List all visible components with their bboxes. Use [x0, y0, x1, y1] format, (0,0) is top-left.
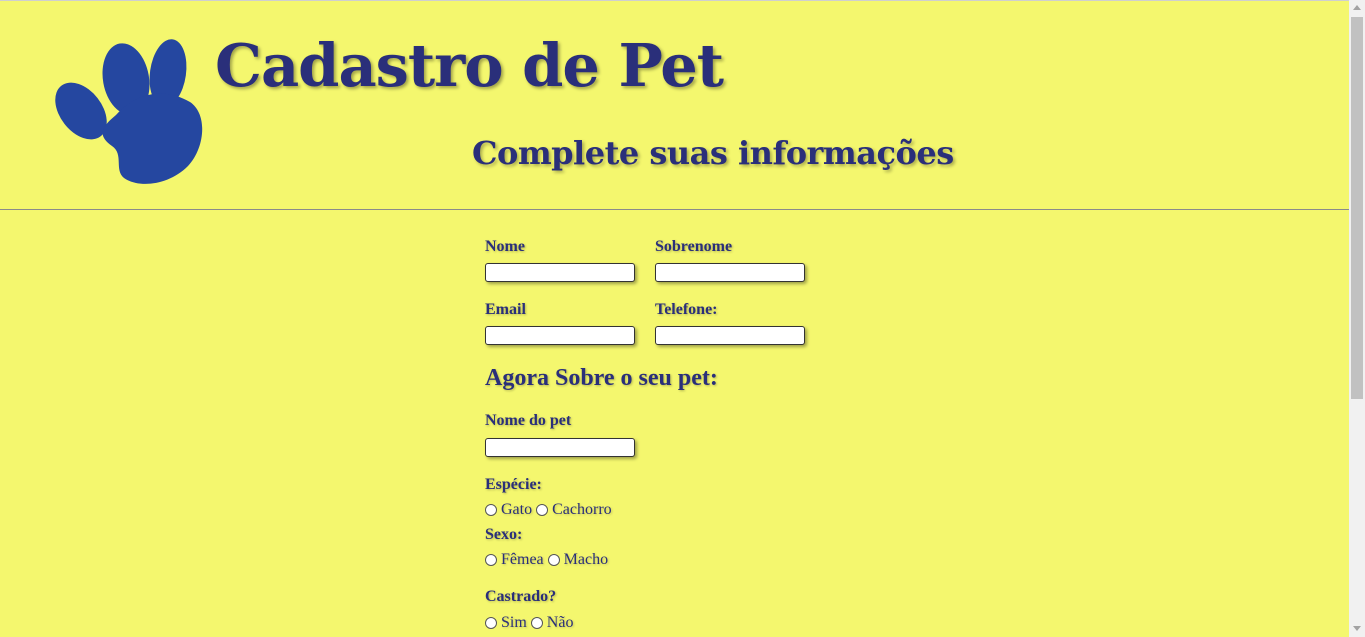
nome-field[interactable] — [485, 263, 635, 282]
nome-pet-label: Nome do pet — [485, 412, 572, 429]
scroll-down-icon[interactable] — [1353, 626, 1361, 631]
sobrenome-label: Sobrenome — [655, 238, 733, 255]
pet-section-title: Agora Sobre o seu pet: — [485, 365, 718, 391]
scroll-up-icon[interactable] — [1353, 5, 1361, 10]
especie-radio-group: Gato Cachorro — [485, 501, 616, 519]
email-label: Email — [485, 301, 526, 318]
sexo-macho-label: Macho — [563, 551, 609, 568]
castrado-radio-group: Sim Não — [485, 614, 577, 632]
sexo-macho-radio[interactable] — [547, 554, 560, 566]
castrado-nao-label: Não — [546, 614, 574, 631]
sexo-femea-label: Fêmea — [501, 551, 544, 568]
telefone-label: Telefone: — [655, 301, 718, 318]
paw-icon — [55, 39, 203, 184]
sexo-femea-radio[interactable] — [485, 554, 497, 566]
especie-gato-radio[interactable] — [485, 504, 497, 516]
especie-cachorro-label: Cachorro — [552, 501, 612, 518]
page-title: Cadastro de Pet — [215, 31, 724, 100]
castrado-sim-label: Sim — [501, 614, 527, 631]
especie-cachorro-radio[interactable] — [536, 504, 549, 516]
especie-gato-label: Gato — [501, 501, 533, 518]
castrado-nao-radio[interactable] — [530, 617, 543, 629]
scrollbar-thumb[interactable] — [1351, 17, 1363, 399]
sexo-radio-group: Fêmea Macho — [485, 551, 612, 569]
header-divider — [0, 209, 1349, 210]
page-header: Cadastro de Pet Complete suas informaçõe… — [0, 0, 1349, 209]
page-subtitle: Complete suas informações — [472, 134, 954, 172]
nome-label: Nome — [485, 238, 525, 255]
sobrenome-field[interactable] — [655, 263, 805, 282]
especie-label: Espécie: — [485, 476, 542, 493]
vertical-scrollbar[interactable] — [1349, 0, 1365, 637]
castrado-sim-radio[interactable] — [485, 617, 497, 629]
email-field[interactable] — [485, 326, 635, 345]
sexo-label: Sexo: — [485, 526, 523, 543]
castrado-label: Castrado? — [485, 588, 557, 605]
telefone-field[interactable] — [655, 326, 805, 345]
nome-pet-field[interactable] — [485, 438, 635, 457]
